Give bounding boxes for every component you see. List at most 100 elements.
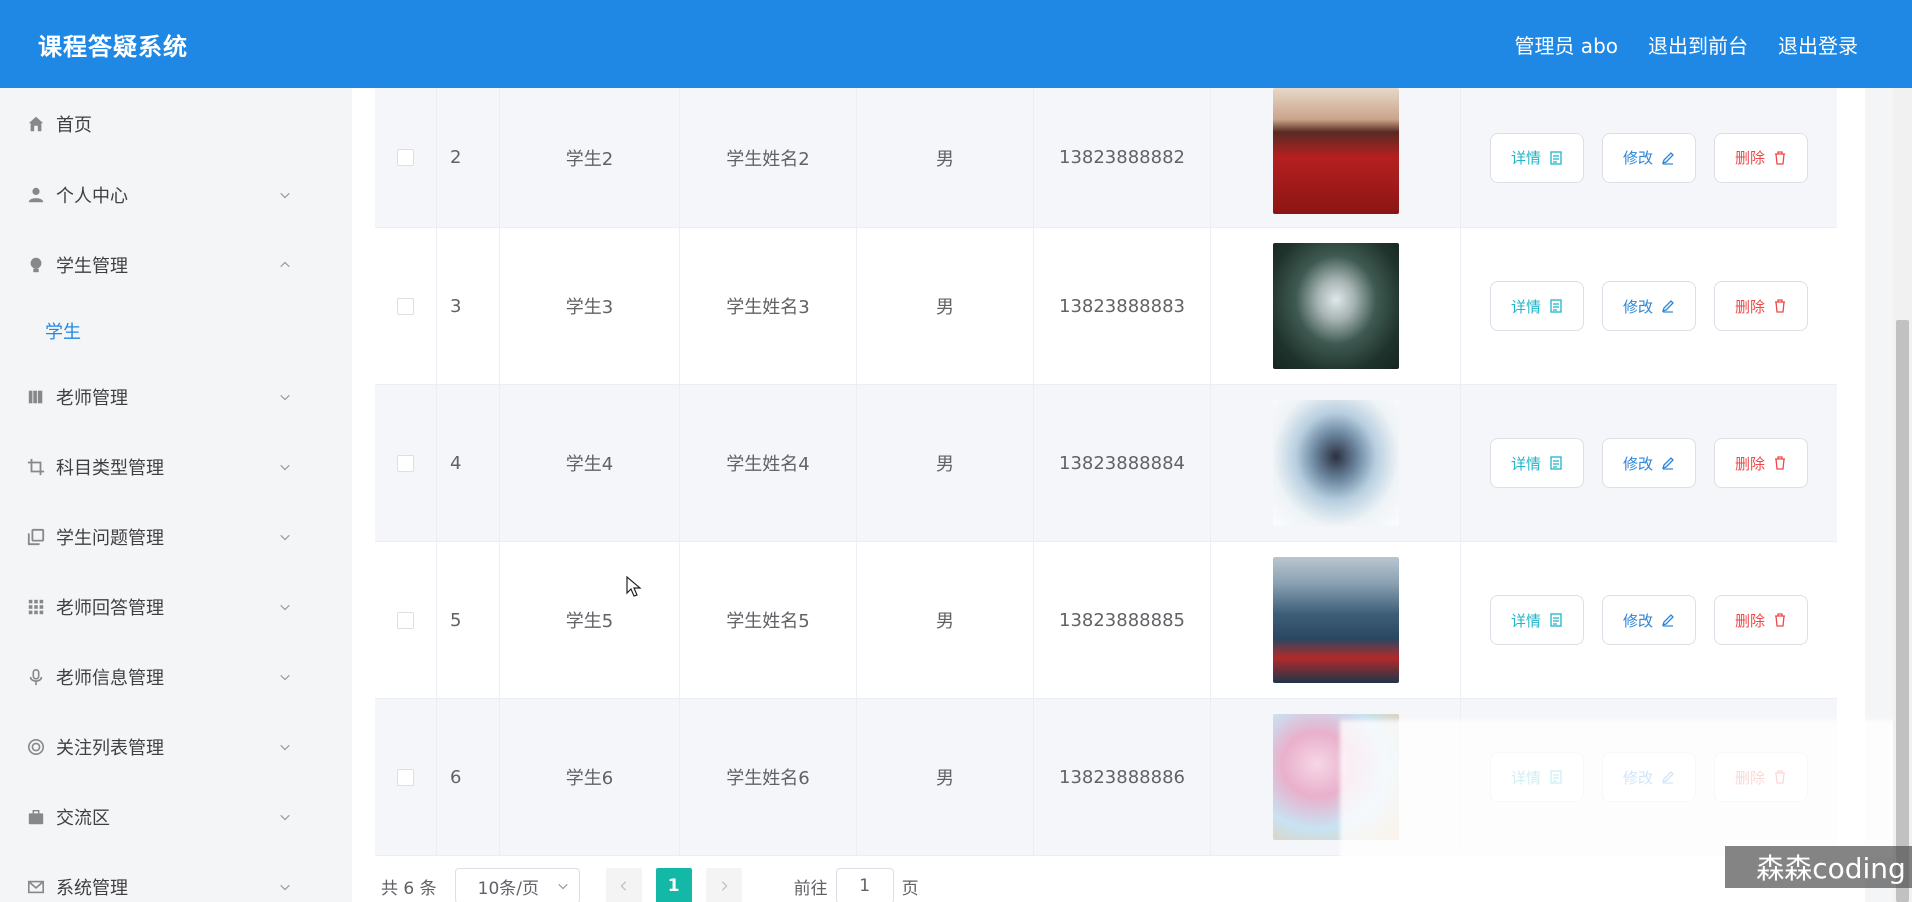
mouse-cursor-icon [626,576,642,597]
sidebar-item-label: 科目类型管理 [56,458,164,479]
document-icon [1550,150,1562,165]
sidebar-item-label: 交流区 [56,808,110,829]
sidebar-item-teacher-answer-management[interactable]: 老师回答管理 [0,572,318,642]
prev-page-button[interactable] [605,868,642,902]
student-account: 学生2 [500,88,680,227]
sidebar-item-teacher-info-management[interactable]: 老师信息管理 [0,642,318,712]
chevron-up-icon [278,258,292,272]
exit-to-frontend-link[interactable]: 退出到前台 [1648,30,1748,59]
sidebar-item-label: 首页 [56,115,92,136]
edit-button[interactable]: 修改 [1601,595,1696,645]
books-icon [26,387,46,407]
lifebuoy-icon [26,737,46,757]
sidebar-item-system-management[interactable]: 系统管理 [0,852,318,902]
student-account: 学生5 [500,542,680,698]
edit-button[interactable]: 修改 [1601,132,1696,183]
row-checkbox[interactable] [397,454,414,472]
bulb-icon [26,255,46,275]
row-index: 2 [437,88,500,227]
chevron-left-icon [620,881,626,891]
chevron-down-icon [278,460,292,474]
sidebar-item-label: 学生问题管理 [56,528,164,549]
document-icon [1550,299,1562,313]
briefcase-icon [26,807,46,827]
document-icon [1550,456,1562,470]
sidebar-item-home[interactable]: 首页 [0,88,318,160]
sidebar-item-student-management[interactable]: 学生管理 [0,230,318,300]
home-icon [26,114,46,134]
chevron-right-icon [721,881,728,891]
row-checkbox[interactable] [397,768,414,786]
detail-button[interactable]: 详情 [1489,132,1584,183]
pencil-icon [1661,300,1674,313]
sidebar-item-student-question-management[interactable]: 学生问题管理 [0,502,318,572]
top-links: 管理员 abo 退出到前台 退出登录 [1514,30,1858,59]
sidebar-item-label: 系统管理 [56,878,128,899]
student-phone: 13823888885 [1034,542,1211,698]
table-row: 4 学生4 学生姓名4 男 13823888884 详情 修改 删除 [375,385,1837,542]
detail-button[interactable]: 详情 [1489,438,1584,488]
detail-button[interactable]: 详情 [1489,595,1584,645]
sidebar-item-personal-center[interactable]: 个人中心 [0,160,318,230]
delete-button[interactable]: 删除 [1714,595,1809,645]
table-row: 5 学生5 学生姓名5 男 13823888885 详情 修改 删除 [375,542,1837,699]
student-name: 学生姓名2 [680,88,857,227]
row-index: 3 [437,228,500,384]
logout-link[interactable]: 退出登录 [1778,30,1858,59]
edit-button[interactable]: 修改 [1601,438,1696,488]
chevron-down-icon [278,188,292,202]
mail-icon [26,877,46,897]
top-header: 课程答疑系统 管理员 abo 退出到前台 退出登录 [0,0,1912,88]
pencil-icon [1661,151,1674,165]
row-checkbox[interactable] [397,611,414,629]
table-row: 3 学生3 学生姓名3 男 13823888883 详情 修改 删除 [375,228,1837,385]
chevron-down-icon [278,530,292,544]
row-index: 5 [437,542,500,698]
sidebar-item-label: 学生管理 [56,256,128,277]
edit-button[interactable]: 修改 [1601,281,1696,331]
page-size-value: 10条/页 [477,878,539,899]
sidebar-item-forum[interactable]: 交流区 [0,782,318,852]
sidebar: 首页 个人中心 学生管理 学生 老师管理 科目类型管理 学生问题管理 老师回答管… [0,88,318,902]
goto-page: 前往 1 页 [794,868,919,902]
student-sex: 男 [857,88,1034,227]
next-page-button[interactable] [705,868,742,902]
admin-user-link[interactable]: 管理员 abo [1514,30,1618,59]
trash-icon [1775,613,1786,627]
delete-button[interactable]: 删除 [1714,132,1809,183]
crop-icon [26,457,46,477]
sidebar-item-teacher-management[interactable]: 老师管理 [0,362,318,432]
chevron-down-icon [557,883,568,890]
document-icon [1550,613,1562,627]
goto-prefix: 前往 [793,878,828,899]
student-name: 学生姓名6 [680,699,857,855]
student-phone: 13823888883 [1034,228,1211,384]
pencil-icon [1661,457,1674,470]
chevron-down-icon [278,390,292,404]
student-phone: 13823888884 [1034,385,1211,541]
sidebar-subitem-student[interactable]: 学生 [0,300,318,362]
watermark: 森森coding [1725,846,1912,888]
student-account: 学生3 [500,228,680,384]
scrollbar-thumb[interactable] [1896,320,1909,902]
delete-button[interactable]: 删除 [1714,281,1809,331]
page-number-current[interactable]: 1 [655,868,692,902]
row-checkbox[interactable] [397,297,414,315]
sidebar-item-label: 老师管理 [56,388,128,409]
grid-icon [26,597,46,617]
row-checkbox[interactable] [397,149,414,166]
sidebar-item-label: 个人中心 [56,186,128,207]
student-sex: 男 [857,385,1034,541]
sidebar-item-subject-type-management[interactable]: 科目类型管理 [0,432,318,502]
page-size-select[interactable]: 10条/页 [454,868,580,902]
goto-page-input[interactable]: 1 [835,868,894,902]
detail-button[interactable]: 详情 [1489,281,1584,331]
sidebar-item-follow-list-management[interactable]: 关注列表管理 [0,712,318,782]
student-sex: 男 [857,542,1034,698]
student-account: 学生4 [500,385,680,541]
student-photo [1272,557,1399,683]
chevron-down-icon [278,600,292,614]
delete-button[interactable]: 删除 [1714,438,1809,488]
mic-icon [26,667,46,687]
blur-overlay [1340,720,1912,860]
